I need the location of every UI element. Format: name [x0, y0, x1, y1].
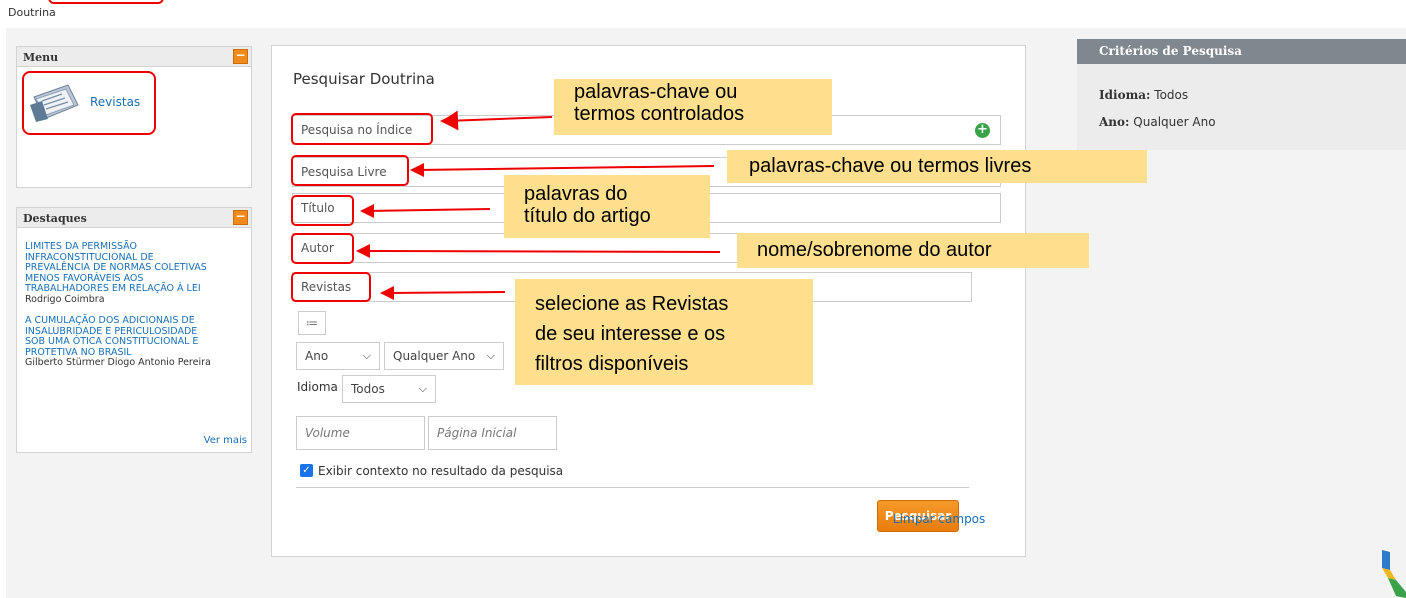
- annotation-arrows: [356, 110, 721, 300]
- brand-logo-icon: [1382, 550, 1406, 598]
